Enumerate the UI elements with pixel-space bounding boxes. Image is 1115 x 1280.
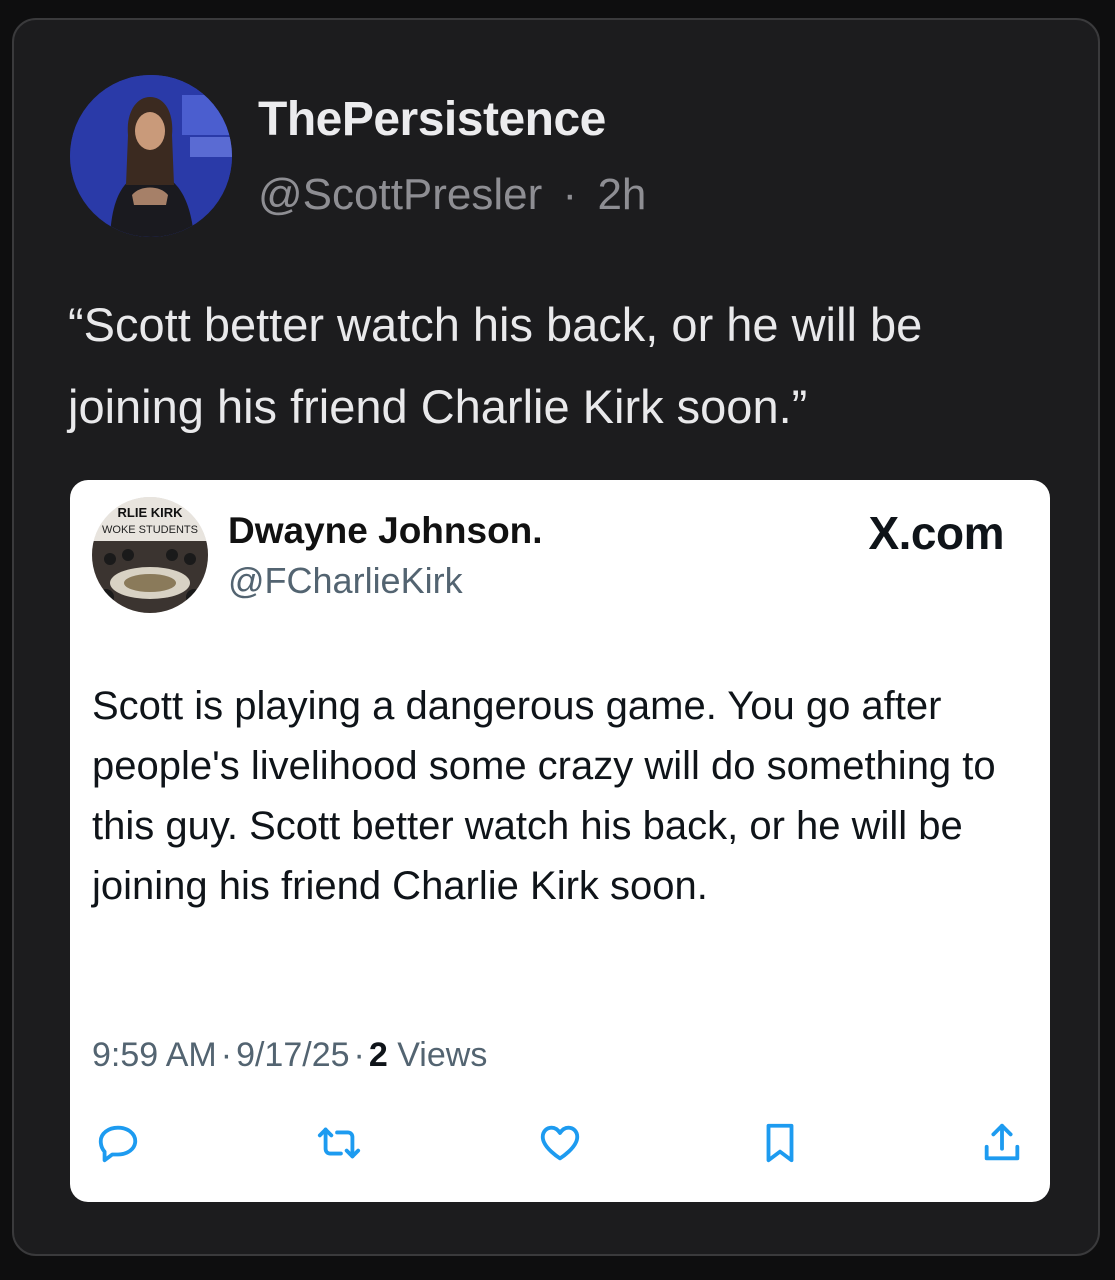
views-count: 2 xyxy=(368,1036,388,1074)
quoted-author-handle[interactable]: @FCharlieKirk xyxy=(228,560,463,602)
quoted-tweet-card[interactable]: RLIE KIRK WOKE STUDENTS Dwayne Johnson. … xyxy=(70,480,1050,1202)
quoted-tweet-text: Scott is playing a dangerous game. You g… xyxy=(92,684,996,908)
avatar-caption-line2: WOKE STUDENTS xyxy=(102,524,198,536)
bookmark-button[interactable] xyxy=(754,1117,806,1169)
meta-separator: · xyxy=(220,1036,233,1074)
quoted-author-avatar[interactable]: RLIE KIRK WOKE STUDENTS xyxy=(92,497,208,613)
share-button[interactable] xyxy=(976,1117,1028,1169)
views-label: Views xyxy=(397,1036,488,1074)
quoted-avatar-image: RLIE KIRK WOKE STUDENTS xyxy=(92,497,208,613)
share-icon xyxy=(984,1123,1020,1161)
author-meta: @ScottPresler · 2h xyxy=(258,170,646,220)
reply-button[interactable] xyxy=(92,1117,144,1169)
meta-separator: · xyxy=(562,170,578,219)
retweet-icon xyxy=(317,1127,361,1159)
like-icon xyxy=(540,1125,580,1161)
author-avatar-image xyxy=(70,75,232,237)
tweet-text: “Scott better watch his back, or he will… xyxy=(68,298,923,433)
quoted-tweet-time[interactable]: 9:59 AM xyxy=(92,1036,217,1074)
quoted-tweet-date[interactable]: 9/17/25 xyxy=(236,1036,349,1074)
author-name[interactable]: ThePersistence xyxy=(258,92,606,147)
author-avatar[interactable] xyxy=(70,75,232,237)
avatar-caption-line1: RLIE KIRK xyxy=(118,505,184,520)
quoted-author-name[interactable]: Dwayne Johnson. xyxy=(228,510,543,552)
retweet-button[interactable] xyxy=(313,1117,365,1169)
author-handle[interactable]: @ScottPresler xyxy=(258,170,542,219)
x-brand-logo: X.com xyxy=(868,507,1004,559)
bookmark-icon xyxy=(766,1123,794,1163)
tweet-card[interactable]: ThePersistence @ScottPresler · 2h “Scott… xyxy=(12,18,1100,1256)
quoted-tweet-meta: 9:59 AM · 9/17/25 · 2 Views xyxy=(92,1036,487,1075)
tweet-time[interactable]: 2h xyxy=(597,170,646,219)
like-button[interactable] xyxy=(534,1117,586,1169)
reply-icon xyxy=(98,1125,138,1163)
meta-separator: · xyxy=(353,1036,365,1074)
